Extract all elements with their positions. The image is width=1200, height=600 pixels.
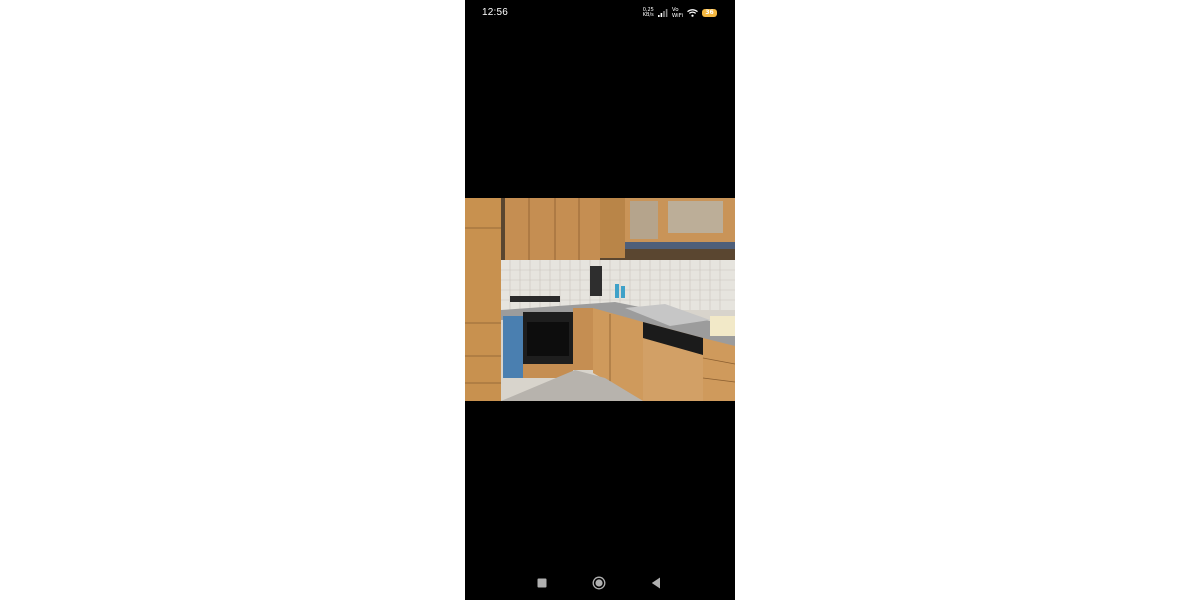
kitchen-photo[interactable]: [465, 198, 735, 401]
signal-bars-icon: [657, 9, 668, 17]
vowifi-indicator: Vo WiFi: [672, 7, 683, 19]
battery-level: 36: [705, 9, 714, 16]
network-speed: 0,25 KB/s: [643, 8, 654, 18]
battery-icon: 36: [702, 9, 717, 17]
phone-screen: 12:56 0,25 KB/s Vo WiFi 36: [465, 0, 735, 600]
home-circle-icon[interactable]: [592, 576, 606, 590]
back-triangle-icon[interactable]: [649, 576, 663, 590]
wifi-icon: [687, 9, 698, 17]
status-time: 12:56: [482, 7, 509, 18]
wifi-label: WiFi: [671, 13, 683, 19]
recents-square-icon[interactable]: [535, 576, 549, 590]
network-speed-unit: KB/s: [642, 12, 654, 18]
status-icons: 0,25 KB/s Vo WiFi 36: [643, 6, 717, 20]
status-bar: 12:56 0,25 KB/s Vo WiFi 36: [465, 0, 735, 26]
navigation-bar: [465, 570, 735, 596]
